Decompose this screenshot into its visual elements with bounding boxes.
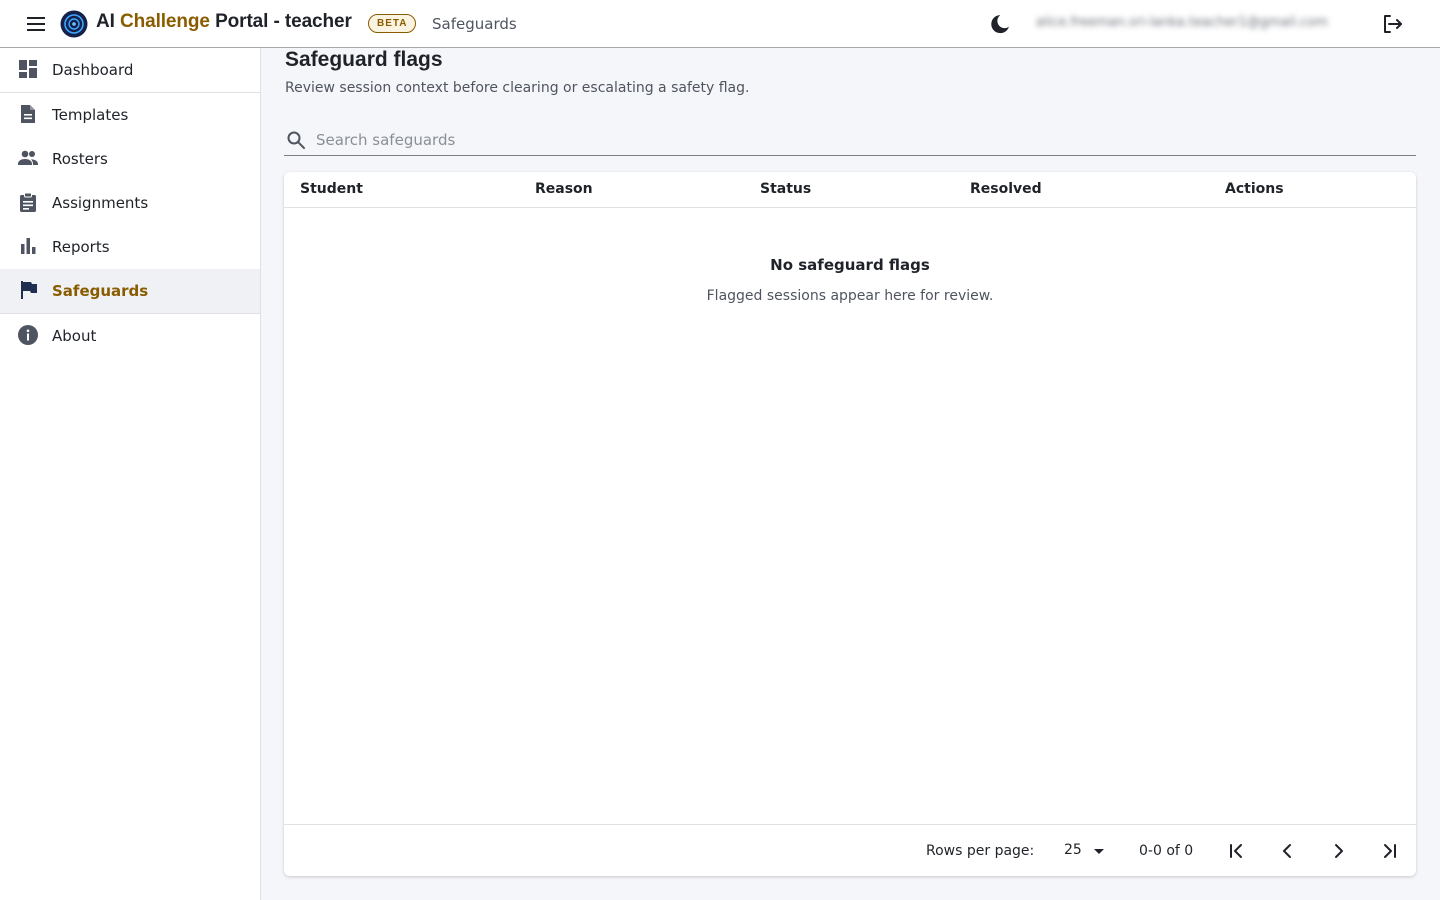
sidebar-item-label: Assignments	[52, 194, 149, 212]
last-page-icon[interactable]	[1378, 839, 1402, 863]
page-subtitle: Review session context before clearing o…	[285, 80, 750, 96]
app-title: AI Challenge Portal - teacher	[96, 11, 352, 32]
sidebar-item-label: Rosters	[52, 150, 108, 168]
sidebar-item-assignments[interactable]: Assignments	[0, 181, 260, 225]
search-icon	[287, 131, 305, 149]
table-pagination: Rows per page: 25 0-0 of 0	[284, 824, 1416, 876]
search-input[interactable]	[316, 128, 1406, 152]
bar-chart-icon	[21, 238, 36, 254]
sidebar: Dashboard Templates Rosters Assignments …	[0, 48, 261, 900]
empty-state-title: No safeguard flags	[770, 256, 930, 274]
document-icon	[21, 105, 35, 123]
info-icon	[18, 325, 38, 345]
pagination-range: 0-0 of 0	[1139, 843, 1194, 859]
sidebar-item-reports[interactable]: Reports	[0, 225, 260, 269]
previous-page-icon[interactable]	[1275, 839, 1299, 863]
sidebar-item-label: About	[52, 327, 97, 345]
sidebar-item-dashboard[interactable]: Dashboard	[0, 48, 260, 92]
people-icon	[18, 150, 38, 165]
first-page-icon[interactable]	[1224, 839, 1248, 863]
sidebar-item-safeguards[interactable]: Safeguards	[0, 269, 260, 313]
column-header-reason[interactable]: Reason	[535, 181, 593, 197]
sidebar-item-templates[interactable]: Templates	[0, 93, 260, 137]
sidebar-item-about[interactable]: About	[0, 314, 260, 358]
sidebar-item-label: Dashboard	[52, 61, 134, 79]
portal-logo	[60, 10, 88, 38]
flag-icon	[21, 281, 37, 299]
rows-per-page-value: 25	[1064, 842, 1082, 858]
caret-down-icon	[1094, 849, 1104, 854]
hamburger-menu-icon[interactable]	[22, 12, 50, 36]
sidebar-item-rosters[interactable]: Rosters	[0, 137, 260, 181]
table-header: Student Reason Status Resolved Actions	[284, 172, 1416, 208]
logout-icon[interactable]	[1380, 12, 1404, 36]
column-header-actions: Actions	[1225, 181, 1284, 197]
column-header-resolved[interactable]: Resolved	[970, 181, 1042, 197]
sidebar-item-label: Safeguards	[52, 282, 149, 300]
sidebar-item-label: Templates	[52, 106, 129, 124]
search-field	[284, 126, 1416, 156]
page-title: Safeguard flags	[285, 48, 443, 71]
dashboard-icon	[19, 60, 37, 78]
column-header-status[interactable]: Status	[760, 181, 811, 197]
rows-per-page-select[interactable]: 25	[1062, 839, 1110, 863]
moon-icon[interactable]	[988, 12, 1012, 36]
beta-badge: BETA	[368, 14, 417, 33]
rows-per-page-label: Rows per page:	[926, 843, 1035, 859]
sidebar-item-label: Reports	[52, 238, 110, 256]
next-page-icon[interactable]	[1327, 839, 1351, 863]
app-bar: AI Challenge Portal - teacher BETA Safeg…	[0, 0, 1440, 48]
clipboard-icon	[20, 192, 36, 212]
column-header-student[interactable]: Student	[300, 181, 363, 197]
safeguards-table: Student Reason Status Resolved Actions N…	[284, 172, 1416, 876]
empty-state-subtitle: Flagged sessions appear here for review.	[706, 288, 994, 304]
user-email: alice.freeman.sri-lanka.teacher1@gmail.c…	[1036, 15, 1328, 30]
breadcrumb: Safeguards	[432, 15, 517, 33]
